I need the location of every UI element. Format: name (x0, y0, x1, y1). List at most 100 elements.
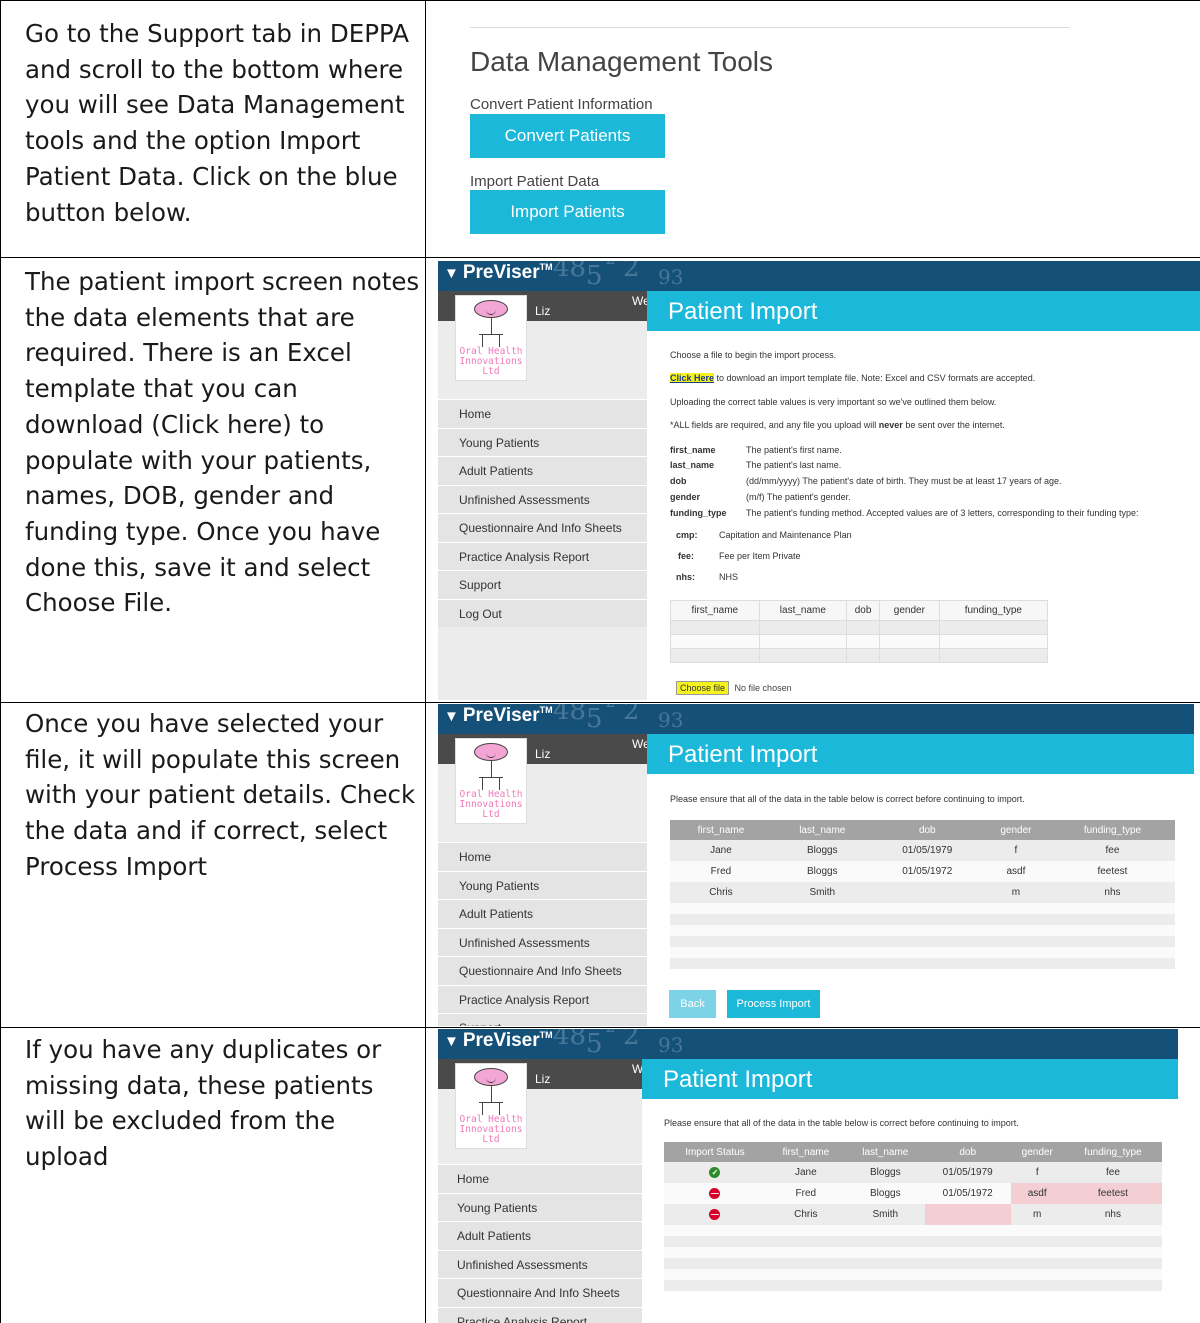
convert-patients-button[interactable]: Convert Patients (470, 114, 665, 158)
screenshot-import-template: ▼PreViserTM 48 5 -2 2 93 Welcome,Liz Ora… (438, 261, 1200, 700)
table-cell: 01/05/1972 (872, 861, 982, 882)
template-header: first_name (670, 600, 760, 621)
column-header: gender (981, 820, 1050, 840)
sidebar-nav: Home Young Patients Adult Patients Unfin… (438, 399, 647, 627)
page-title: Patient Import (647, 291, 1200, 331)
table-cell: fee (1049, 840, 1175, 861)
nav-item-home[interactable]: Home (438, 842, 647, 871)
nav-item-practice-analysis[interactable]: Practice Analysis Report (438, 1306, 642, 1323)
column-divider (425, 0, 426, 1323)
brand-mark-icon: ▼ (444, 1033, 459, 1050)
nav-item-support[interactable]: Support (438, 1013, 647, 1026)
step-3-text: Once you have selected your file, it wil… (25, 709, 416, 881)
nav-item-adult-patients[interactable]: Adult Patients (438, 899, 647, 928)
table-cell: Bloggs (771, 861, 873, 882)
header-decoration: 48 (553, 704, 587, 726)
back-button[interactable]: Back (669, 990, 716, 1018)
click-here-link[interactable]: Click Here (670, 373, 715, 383)
data-management-title: Data Management Tools (470, 46, 773, 77)
table-cell: Smith (771, 882, 873, 903)
table-cell: Fred (670, 861, 772, 882)
convert-patient-label: Convert Patient Information (470, 96, 653, 113)
user-name: Liz (535, 304, 551, 318)
nav-item-unfinished-assessments[interactable]: Unfinished Assessments (438, 1249, 642, 1278)
field-desc: The patient's funding method. Accepted v… (746, 508, 1139, 518)
brand-mark-icon: ▼ (444, 708, 459, 725)
nav-item-home[interactable]: Home (438, 399, 647, 428)
table-cell: f (1010, 1162, 1064, 1183)
nav-item-young-patients[interactable]: Young Patients (438, 870, 647, 899)
table-cell: Chris (765, 1204, 846, 1225)
header-decoration: 48 (553, 261, 587, 283)
funding-code: nhs: (676, 572, 695, 582)
nav-item-questionnaire[interactable]: Questionnaire And Info Sheets (438, 956, 647, 985)
nav-item-young-patients[interactable]: Young Patients (438, 1192, 642, 1221)
table-cell: Jane (670, 840, 772, 861)
nav-item-practice-analysis[interactable]: Practice Analysis Report (438, 984, 647, 1013)
nav-item-questionnaire[interactable]: Questionnaire And Info Sheets (438, 1278, 642, 1307)
funding-desc: Fee per Item Private (719, 551, 801, 561)
template-header: dob (846, 600, 880, 621)
values-text: Uploading the correct table values is ve… (670, 397, 997, 407)
table-cell: m (1010, 1204, 1064, 1225)
table-cell: Jane (765, 1162, 846, 1183)
brand-name: PreViser (462, 1030, 540, 1051)
user-name: Liz (535, 1072, 551, 1086)
table-cell: fee (1063, 1162, 1162, 1183)
row-divider-1 (0, 257, 1200, 258)
nav-item-young-patients[interactable]: Young Patients (438, 427, 647, 456)
choose-file-button[interactable]: Choose file (676, 681, 730, 695)
row-divider-2 (0, 702, 1200, 703)
table-cell: 01/05/1972 (924, 1183, 1011, 1204)
table-cell (872, 882, 982, 903)
nav-item-adult-patients[interactable]: Adult Patients (438, 456, 647, 485)
nav-item-practice-analysis[interactable]: Practice Analysis Report (438, 541, 647, 570)
table-cell: nhs (1063, 1204, 1162, 1225)
import-patient-label: Import Patient Data (470, 173, 600, 190)
step-1-text: Go to the Support tab in DEPPA and scrol… (25, 19, 409, 227)
required-bold: never (878, 420, 903, 430)
table-row: — Chris Smith m nhs (664, 1204, 1162, 1225)
step-2-text: The patient import screen notes the data… (25, 267, 420, 618)
nav-item-support[interactable]: Support (438, 570, 647, 599)
field-desc: The patient's first name. (746, 445, 842, 455)
process-import-button[interactable]: Process Import (727, 990, 820, 1018)
sidebar: Welcome,Liz Oral Health Innovations Ltd … (438, 1059, 685, 1323)
table-cell: nhs (1049, 882, 1175, 903)
required-line: *ALL fields are required, and any file y… (670, 420, 1005, 430)
download-line: Click Here to download an import templat… (670, 373, 1035, 383)
status-table: Import Status first_name last_name dob g… (664, 1142, 1162, 1291)
import-patients-button[interactable]: Import Patients (470, 190, 665, 234)
nav-item-adult-patients[interactable]: Adult Patients (438, 1221, 642, 1250)
table-cell-invalid: feetest (1063, 1183, 1162, 1204)
nav-item-unfinished-assessments[interactable]: Unfinished Assessments (438, 927, 647, 956)
success-check-icon: ✓ (709, 1167, 721, 1178)
logo-line: Ltd (482, 809, 500, 820)
practice-logo: Oral Health Innovations Ltd (455, 1063, 527, 1149)
brand-name: PreViser (462, 705, 540, 726)
table-row: — Fred Bloggs 01/05/1972 asdf feetest (664, 1183, 1162, 1204)
table-cell: m (981, 882, 1050, 903)
file-picker: Choose file No file chosen (676, 681, 792, 695)
header-decoration: -2 (600, 1029, 616, 1036)
field-name: first_name (670, 445, 716, 455)
header-decoration: 2 (623, 261, 640, 283)
page-title: Patient Import (642, 1059, 1178, 1099)
app-top-bar: ▼PreViserTM 48 5 -2 2 93 (438, 1029, 1178, 1059)
template-header: last_name (758, 600, 848, 621)
nav-item-questionnaire[interactable]: Questionnaire And Info Sheets (438, 513, 647, 542)
table-cell: asdf (981, 861, 1050, 882)
funding-desc: Capitation and Maintenance Plan (719, 530, 852, 540)
smiley-icon (474, 743, 508, 761)
ensure-text: Please ensure that all of the data in th… (664, 1118, 1019, 1128)
smiley-icon (474, 300, 508, 318)
table-cell: Bloggs (771, 840, 873, 861)
nav-item-unfinished-assessments[interactable]: Unfinished Assessments (438, 484, 647, 513)
header-decoration: 2 (623, 1029, 640, 1051)
step-4-text: If you have any duplicates or missing da… (25, 1035, 382, 1172)
table-cell: 01/05/1979 (872, 840, 982, 861)
nav-item-log-out[interactable]: Log Out (438, 598, 647, 627)
header-decoration: -2 (600, 704, 616, 711)
nav-item-home[interactable]: Home (438, 1164, 642, 1193)
field-desc: The patient's last name. (746, 460, 842, 470)
